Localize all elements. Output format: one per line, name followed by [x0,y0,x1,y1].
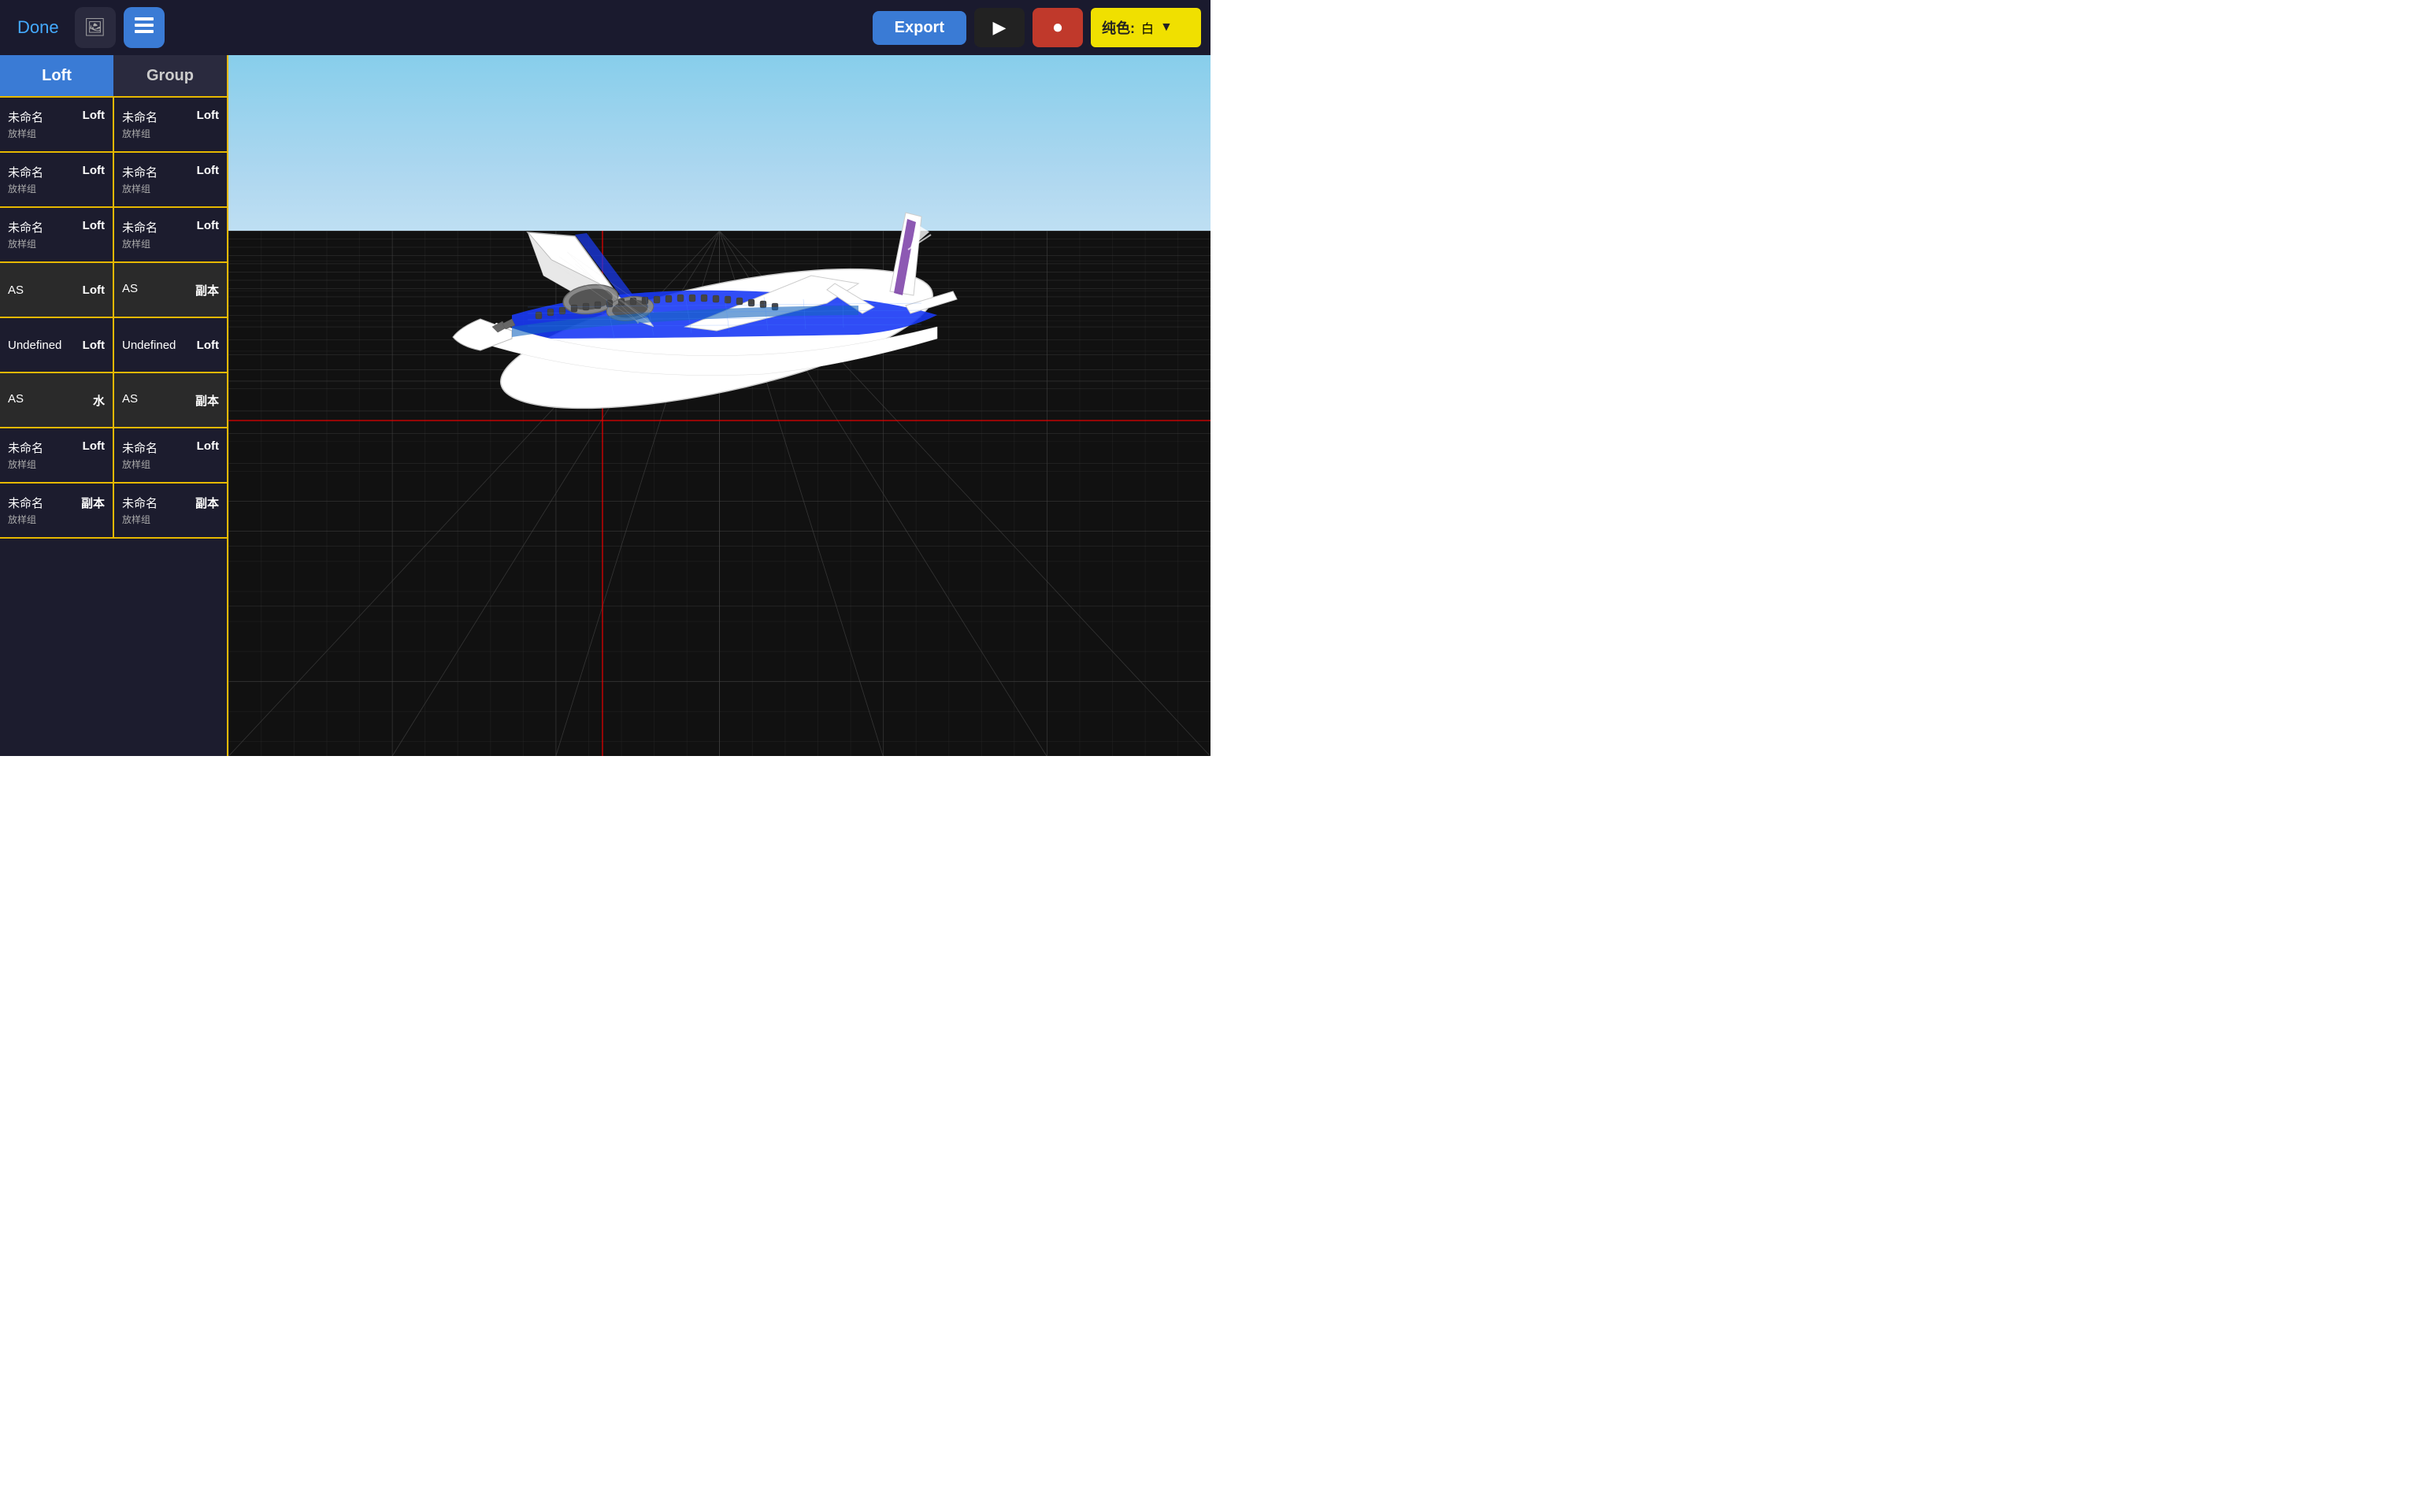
grid-cell-right-1[interactable]: 未命名 Loft 放样组 [114,153,227,206]
cell-type-left: Loft [83,109,105,122]
cell-type-left: 副本 [81,495,105,511]
3d-viewport[interactable] [228,55,1210,756]
cell-name-right: AS [122,392,138,406]
tab-loft[interactable]: Loft [0,55,113,96]
color-label: 纯色: [1102,17,1135,38]
color-dropdown-button[interactable]: ▼ [1160,20,1173,35]
grid-row-2: 未命名 Loft 放样组 未命名 Loft 放样组 [0,208,227,263]
cell-name-right: AS [122,282,138,295]
record-button[interactable]: ⏺ [1033,8,1083,47]
cell-sub-left: 放样组 [8,127,105,140]
layers-icon [133,14,155,41]
layers-icon-button[interactable] [124,7,165,48]
cell-name-right: 未命名 [122,439,158,456]
cell-type-left: Loft [83,164,105,177]
cell-sub-left: 放样组 [8,458,105,471]
cell-sub-right: 放样组 [122,237,219,250]
cell-type-right: Loft [197,109,219,122]
grid-row-5: AS 水 AS 副本 [0,373,227,428]
object-grid-list: 未命名Loft放样组未命名Loft放样组未命名Loft放样组未命名Loft放样组… [0,96,227,756]
cell-name-left: 未命名 [8,495,43,511]
export-button[interactable]: Export [873,11,966,45]
grid-cell-left-5[interactable]: AS 水 [0,373,114,427]
photo-icon-button[interactable]: 🖼 [75,7,116,48]
grid-cell-left-3[interactable]: AS Loft [0,263,114,317]
cell-sub-right: 放样组 [122,127,219,140]
grid-cell-left-6[interactable]: 未命名 Loft 放样组 [0,428,114,482]
cell-sub-left: 放样组 [8,182,105,195]
cell-type-right: Loft [197,339,219,352]
photo-icon: 🖼 [84,17,106,38]
done-button[interactable]: Done [9,13,67,43]
color-value: 白 [1141,18,1154,37]
cell-type-left: Loft [83,284,105,297]
cell-name-left: 未命名 [8,439,43,456]
grid-cell-right-5[interactable]: AS 副本 [114,373,227,427]
grid-row-6: 未命名 Loft 放样组 未命名 Loft 放样组 [0,428,227,484]
grid-cell-left-7[interactable]: 未命名 副本放样组 [0,484,114,537]
cell-name-left: 未命名 [8,164,43,180]
toolbar: Done 🖼 Export ▶ ⏺ 纯色: 白 ▼ [0,0,1210,55]
grid-cell-left-2[interactable]: 未命名 Loft 放样组 [0,208,114,261]
grid-row-7: 未命名 副本放样组 未命名 副本放样组 [0,484,227,539]
cell-type-right: Loft [197,164,219,177]
cell-name-left: Undefined [8,339,61,352]
grid-cell-right-7[interactable]: 未命名 副本放样组 [114,484,227,537]
grid-cell-left-1[interactable]: 未命名 Loft 放样组 [0,153,114,206]
cell-type-right: 副本 [195,282,219,298]
tab-group[interactable]: Group [113,55,227,96]
grid-row-0: 未命名 Loft 放样组 未命名 Loft 放样组 [0,98,227,153]
cell-type-left: Loft [83,439,105,453]
grid-row-3: AS Loft AS 副本 [0,263,227,318]
cell-name-left: AS [8,284,24,297]
color-panel: 纯色: 白 ▼ [1091,8,1201,47]
cell-sub-right: 放样组 [122,182,219,195]
grid-floor [228,231,1210,757]
play-button[interactable]: ▶ [974,8,1025,47]
grid-cell-right-4[interactable]: Undefined Loft [114,318,227,372]
cell-name-left: 未命名 [8,109,43,125]
cell-sub-right: 放样组 [122,458,219,471]
grid-cell-right-6[interactable]: 未命名 Loft 放样组 [114,428,227,482]
grid-cell-right-2[interactable]: 未命名 Loft 放样组 [114,208,227,261]
grid-cell-right-0[interactable]: 未命名 Loft 放样组 [114,98,227,151]
vertical-axis [602,231,603,757]
cell-sub-left: 放样组 [8,513,105,526]
sidebar: Loft Group 未命名Loft放样组未命名Loft放样组未命名Loft放样… [0,55,228,756]
cell-type-left: Loft [83,339,105,352]
grid-row-1: 未命名 Loft 放样组 未命名 Loft 放样组 [0,153,227,208]
cell-name-left: 未命名 [8,219,43,235]
tab-bar: Loft Group [0,55,227,96]
record-icon: ⏺ [1053,17,1062,38]
cell-type-left: 水 [93,392,105,409]
cell-name-right: 未命名 [122,495,158,511]
cell-name-left: AS [8,392,24,406]
cell-name-right: 未命名 [122,109,158,125]
cell-sub-left: 放样组 [8,237,105,250]
grid-cell-left-0[interactable]: 未命名 Loft 放样组 [0,98,114,151]
cell-type-left: Loft [83,219,105,232]
grid-cell-left-4[interactable]: Undefined Loft [0,318,114,372]
cell-sub-right: 放样组 [122,513,219,526]
main-content: Loft Group 未命名Loft放样组未命名Loft放样组未命名Loft放样… [0,55,1210,756]
cell-name-right: Undefined [122,339,176,352]
cell-type-right: 副本 [195,392,219,409]
grid-cell-right-3[interactable]: AS 副本 [114,263,227,317]
cell-type-right: Loft [197,219,219,232]
cell-name-right: 未命名 [122,219,158,235]
cell-type-right: Loft [197,439,219,453]
grid-row-4: Undefined Loft Undefined Loft [0,318,227,373]
cell-name-right: 未命名 [122,164,158,180]
play-icon: ▶ [993,17,1007,38]
cell-type-right: 副本 [195,495,219,511]
horizontal-axis [228,420,1210,421]
